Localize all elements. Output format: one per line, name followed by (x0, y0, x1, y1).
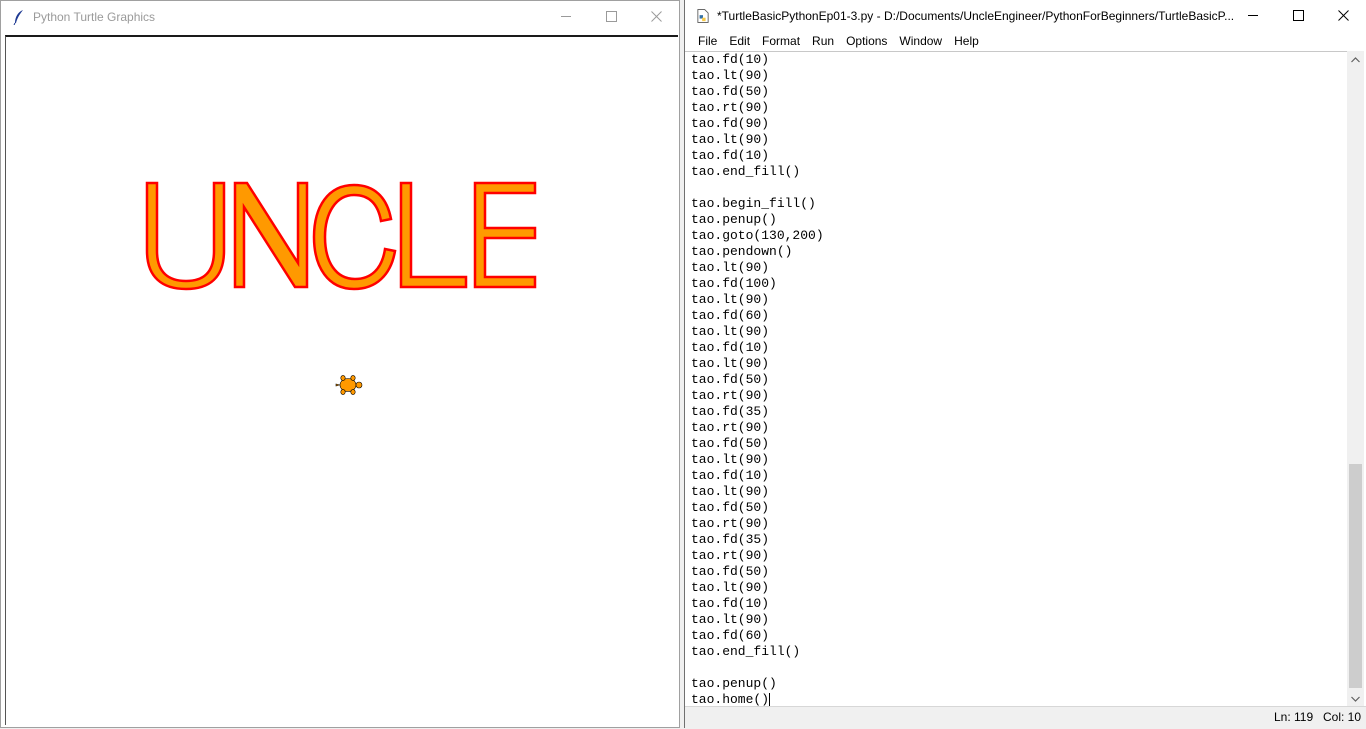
text-cursor (769, 692, 771, 707)
code-line[interactable]: tao.end_fill() (691, 164, 824, 180)
code-line[interactable] (691, 660, 824, 676)
code-line[interactable]: tao.lt(90) (691, 356, 824, 372)
python-file-icon (697, 8, 709, 24)
code-line[interactable]: tao.fd(10) (691, 148, 824, 164)
turtle-drawing (145, 181, 537, 395)
code-text[interactable]: tao.fd(10) tao.lt(90) tao.fd(50) tao.rt(90)… (691, 52, 824, 708)
turtle-graphics-window: Python Turtle Graphics (0, 0, 680, 728)
code-line[interactable]: tao.goto(130,200) (691, 228, 824, 244)
maximize-button[interactable] (1276, 0, 1321, 31)
code-line[interactable]: tao.pendown() (691, 244, 824, 260)
minimize-button[interactable] (544, 1, 589, 32)
menu-help[interactable]: Help (948, 31, 985, 51)
code-line[interactable]: tao.fd(10) (691, 468, 824, 484)
code-line[interactable]: tao.rt(90) (691, 516, 824, 532)
code-line[interactable]: tao.lt(90) (691, 132, 824, 148)
code-line[interactable]: tao.begin_fill() (691, 196, 824, 212)
turtle-cursor-icon (335, 375, 363, 395)
letter-e (473, 181, 537, 289)
idle-editor-window: *TurtleBasicPythonEp01-3.py - D:/Documen… (684, 0, 1366, 728)
menu-run[interactable]: Run (806, 31, 840, 51)
code-line[interactable]: tao.fd(60) (691, 308, 824, 324)
code-line[interactable]: tao.lt(90) (691, 452, 824, 468)
code-editor[interactable]: tao.fd(10) tao.lt(90) tao.fd(50) tao.rt(90)… (685, 51, 1347, 708)
scroll-up-arrow-icon[interactable] (1347, 51, 1364, 68)
menu-bar: File Edit Format Run Options Window Help (685, 31, 1366, 51)
minimize-icon (561, 16, 571, 17)
maximize-button[interactable] (589, 1, 634, 32)
code-line[interactable]: tao.rt(90) (691, 420, 824, 436)
letter-u (145, 181, 226, 291)
code-line[interactable]: tao.fd(10) (691, 340, 824, 356)
letter-c (312, 183, 397, 291)
code-line[interactable]: tao.fd(10) (691, 596, 824, 612)
code-line[interactable]: tao.fd(50) (691, 500, 824, 516)
code-line[interactable]: tao.lt(90) (691, 68, 824, 84)
code-line[interactable]: tao.penup() (691, 676, 824, 692)
code-line[interactable]: tao.fd(90) (691, 116, 824, 132)
menu-file[interactable]: File (692, 31, 723, 51)
close-button[interactable] (634, 1, 679, 32)
close-icon (651, 11, 662, 22)
code-line[interactable]: tao.fd(50) (691, 84, 824, 100)
maximize-icon (1293, 10, 1304, 21)
line-number-status: Ln: 119 (1274, 710, 1314, 724)
code-line[interactable]: tao.lt(90) (691, 292, 824, 308)
uncle-drawing (145, 181, 537, 291)
code-line[interactable]: tao.end_fill() (691, 644, 824, 660)
turtle-canvas[interactable] (5, 35, 678, 725)
menu-format[interactable]: Format (756, 31, 806, 51)
menu-window[interactable]: Window (893, 31, 948, 51)
code-line[interactable]: tao.rt(90) (691, 100, 824, 116)
code-line[interactable]: tao.lt(90) (691, 580, 824, 596)
column-number-status: Col: 10 (1323, 710, 1362, 724)
menu-options[interactable]: Options (840, 31, 893, 51)
feather-icon (13, 9, 25, 25)
idle-window-title: *TurtleBasicPythonEp01-3.py - D:/Documen… (717, 8, 1235, 23)
code-line[interactable]: tao.lt(90) (691, 324, 824, 340)
turtle-window-title: Python Turtle Graphics (33, 9, 156, 24)
code-line[interactable]: tao.lt(90) (691, 484, 824, 500)
close-button[interactable] (1321, 0, 1366, 31)
code-line[interactable]: tao.lt(90) (691, 260, 824, 276)
code-line[interactable]: tao.fd(35) (691, 532, 824, 548)
code-line[interactable]: tao.fd(35) (691, 404, 824, 420)
code-line[interactable]: tao.fd(10) (691, 52, 824, 68)
vertical-scrollbar[interactable] (1347, 51, 1364, 707)
code-line[interactable]: tao.fd(60) (691, 628, 824, 644)
code-line[interactable]: tao.lt(90) (691, 612, 824, 628)
scrollbar-thumb[interactable] (1349, 464, 1362, 688)
code-line[interactable]: tao.penup() (691, 212, 824, 228)
letter-l (399, 181, 468, 289)
code-line[interactable]: tao.fd(100) (691, 276, 824, 292)
menu-edit[interactable]: Edit (723, 31, 756, 51)
code-line[interactable]: tao.rt(90) (691, 548, 824, 564)
code-line[interactable] (691, 180, 824, 196)
code-line[interactable]: tao.fd(50) (691, 436, 824, 452)
idle-title-bar[interactable]: *TurtleBasicPythonEp01-3.py - D:/Documen… (685, 0, 1366, 31)
minimize-button[interactable] (1231, 0, 1276, 31)
code-line[interactable]: tao.fd(50) (691, 564, 824, 580)
maximize-icon (606, 11, 617, 22)
close-icon (1338, 10, 1349, 21)
minimize-icon (1248, 15, 1258, 16)
turtle-title-bar[interactable]: Python Turtle Graphics (1, 1, 679, 32)
letter-n (233, 181, 309, 289)
code-line[interactable]: tao.fd(50) (691, 372, 824, 388)
status-bar: Ln: 119 Col: 10 (685, 706, 1366, 728)
scroll-down-arrow-icon[interactable] (1347, 690, 1364, 707)
code-line[interactable]: tao.rt(90) (691, 388, 824, 404)
